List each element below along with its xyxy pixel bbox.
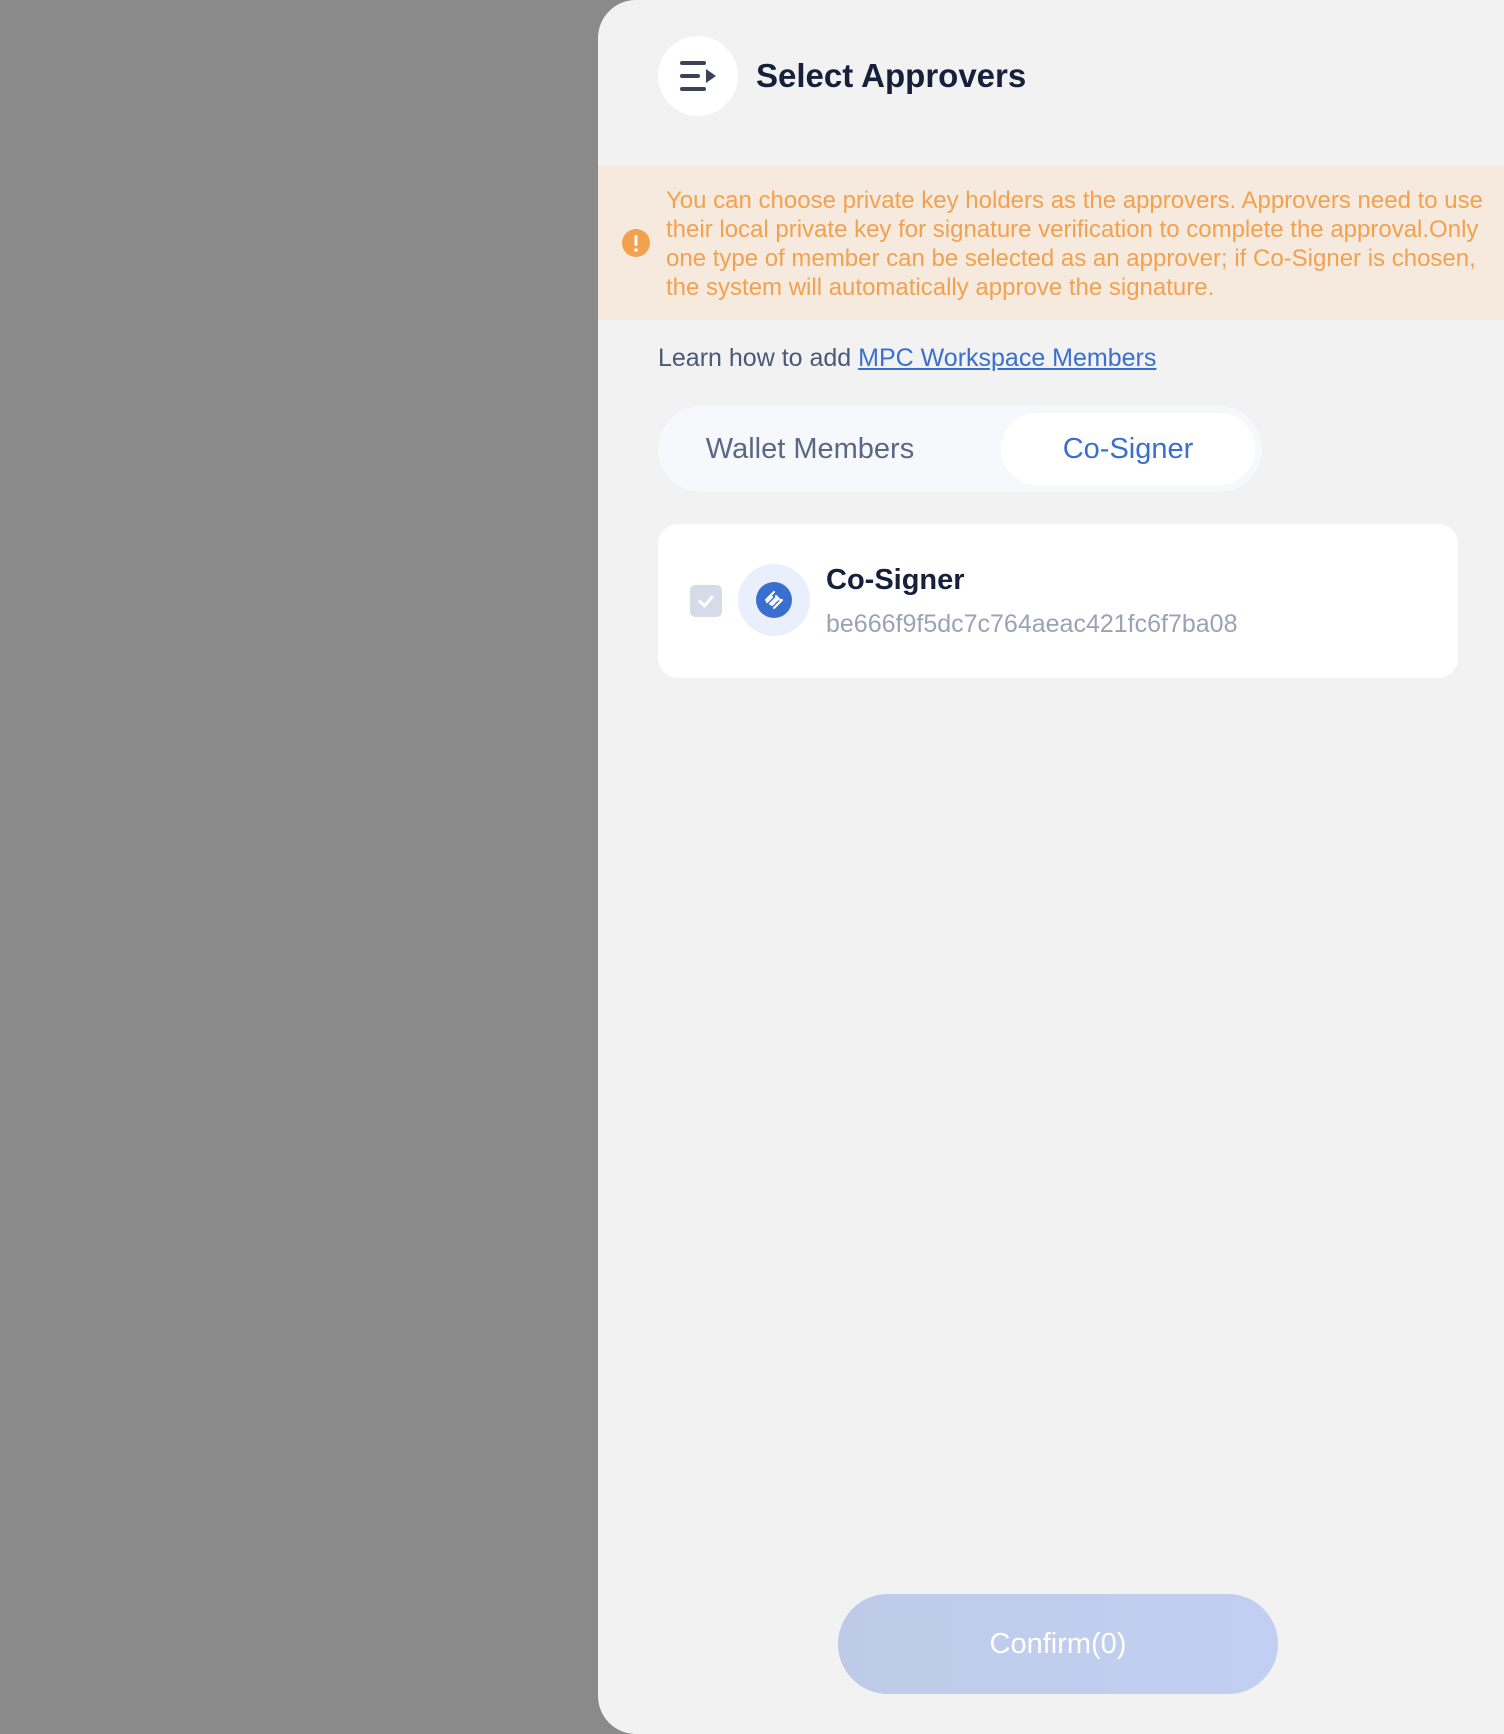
member-name: Co-Signer [826, 564, 965, 596]
warning-icon [622, 229, 650, 257]
drawer-title: Select Approvers [756, 57, 1027, 94]
notice-text: You can choose private key holders as th… [666, 187, 1483, 301]
select-approvers-drawer: Select Approvers You can choose private … [598, 0, 1504, 1734]
avatar [738, 564, 810, 636]
member-id: be666f9f5dc7c764aeac421fc6f7ba08 [826, 610, 1238, 638]
mpc-workspace-members-link[interactable]: MPC Workspace Members [858, 344, 1156, 372]
learn-prefix: Learn how to add [658, 344, 859, 372]
confirm-button[interactable]: Confirm(0) [838, 1594, 1278, 1694]
check-icon [698, 595, 714, 608]
collapse-menu-icon [680, 61, 716, 91]
tab-wallet-members[interactable]: Wallet Members [665, 413, 955, 485]
drawer-header: Select Approvers [658, 36, 1026, 116]
cosigner-link-icon [756, 582, 792, 618]
member-card[interactable]: Co-Signer be666f9f5dc7c764aeac421fc6f7ba… [658, 524, 1458, 678]
approver-notice: You can choose private key holders as th… [598, 166, 1504, 320]
modal-overlay[interactable] [0, 0, 600, 1734]
learn-how-text: Learn how to add MPC Workspace Members [658, 344, 1156, 373]
tab-co-signer[interactable]: Co-Signer [1001, 413, 1255, 485]
collapse-drawer-button[interactable] [658, 36, 738, 116]
member-type-tabs: Wallet Members Co-Signer [658, 406, 1262, 492]
member-checkbox[interactable] [690, 585, 722, 617]
